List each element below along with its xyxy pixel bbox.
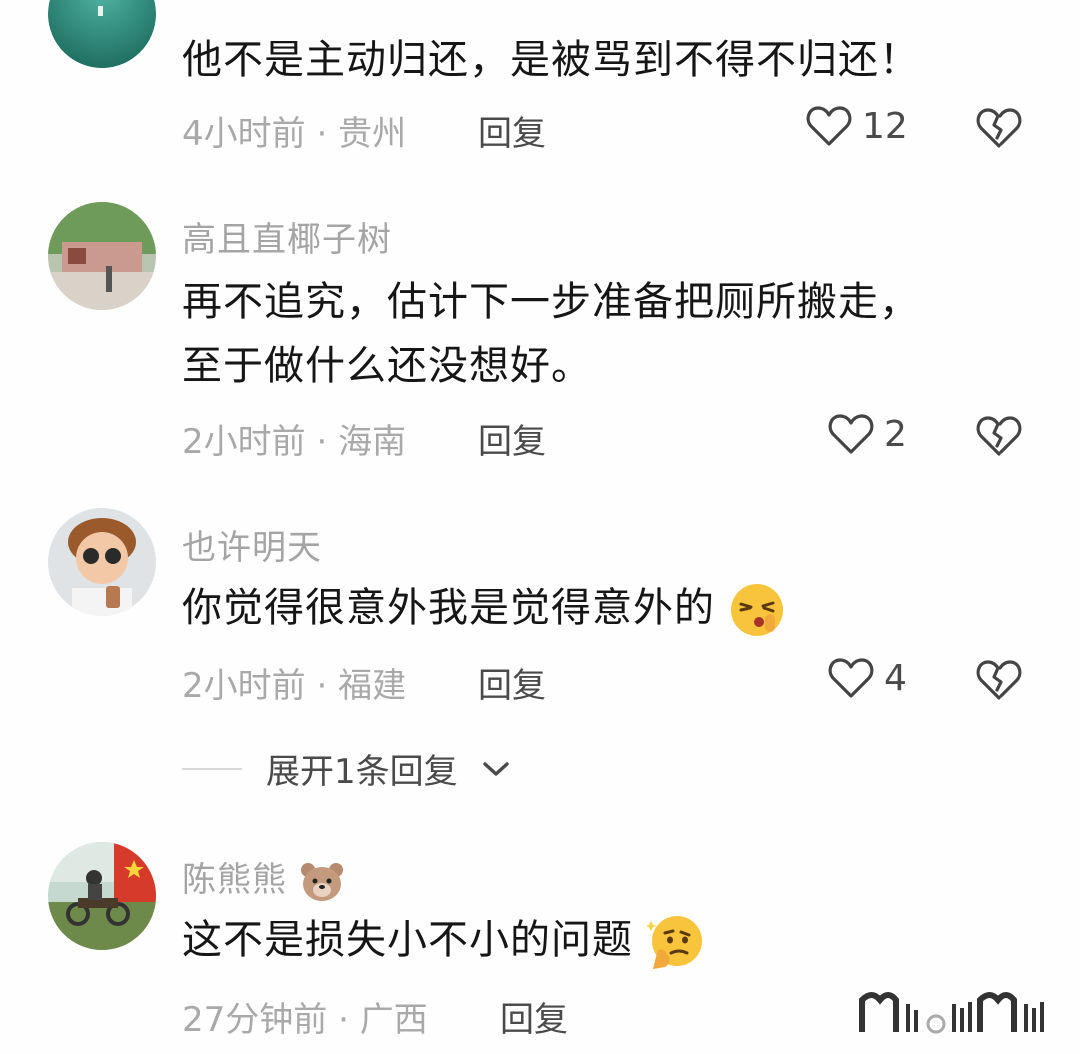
like-button[interactable]: 2 [828, 412, 907, 456]
heart-outline-icon [806, 106, 852, 146]
broken-heart-icon[interactable] [975, 656, 1023, 702]
comment-time: 2小时前 [182, 666, 306, 706]
like-count: 12 [862, 105, 908, 147]
reply-button[interactable]: 回复 [478, 658, 546, 707]
comment-meta: 2小时前 · 海南 [182, 422, 407, 462]
shushing-face-emoji [730, 584, 783, 636]
comment-location: 海南 [338, 422, 407, 462]
avatar[interactable] [48, 0, 156, 68]
chevron-down-icon [482, 761, 509, 776]
comment-meta: 4小时前 · 贵州 [182, 114, 407, 154]
heart-outline-icon [828, 414, 874, 454]
comment-text: 你觉得很意外我是觉得意外的 [182, 576, 785, 640]
watermark-logo [859, 992, 1044, 1034]
comment-username[interactable]: 高且直椰子树 [182, 212, 392, 261]
comment-location: 广西 [359, 1000, 428, 1040]
like-count: 2 [884, 413, 907, 455]
comment-time: 27分钟前 [182, 1000, 328, 1040]
reply-button[interactable]: 回复 [500, 992, 568, 1041]
expand-replies-label: 展开1条回复 [266, 752, 458, 792]
comment-username[interactable]: 也许明天 [182, 520, 322, 569]
avatar[interactable] [48, 842, 156, 950]
comment-text: 再不追究，估计下一步准备把厕所搬走， 至于做什么还没想好。 [182, 279, 920, 389]
comment-time: 2小时前 [182, 422, 306, 462]
bear-face-emoji [300, 862, 343, 901]
comment-text: 他不是主动归还，是被骂到不得不归还！ [182, 37, 920, 83]
comment-meta: 27分钟前 · 广西 [182, 1000, 428, 1040]
avatar[interactable] [48, 508, 156, 616]
broken-heart-icon[interactable] [975, 412, 1023, 458]
comment-meta: 2小时前 · 福建 [182, 666, 407, 706]
reply-button[interactable]: 回复 [478, 414, 546, 463]
like-button[interactable]: 12 [806, 104, 908, 148]
like-button[interactable]: 4 [828, 656, 907, 700]
expand-replies-button[interactable]: 展开1条回复 [182, 744, 510, 793]
comment-location: 福建 [338, 666, 407, 706]
comment-username[interactable]: 陈熊熊 [182, 852, 345, 903]
avatar[interactable] [48, 202, 156, 310]
comment-time: 4小时前 [182, 114, 306, 154]
comment-text: 这不是损失小不小的问题 [182, 908, 705, 972]
like-count: 4 [884, 657, 907, 699]
reply-button[interactable]: 回复 [478, 106, 546, 155]
divider [182, 767, 242, 770]
broken-heart-icon[interactable] [975, 104, 1023, 150]
comment-location: 贵州 [338, 114, 407, 154]
thinking-face-emoji [646, 916, 702, 969]
heart-outline-icon [828, 658, 874, 698]
